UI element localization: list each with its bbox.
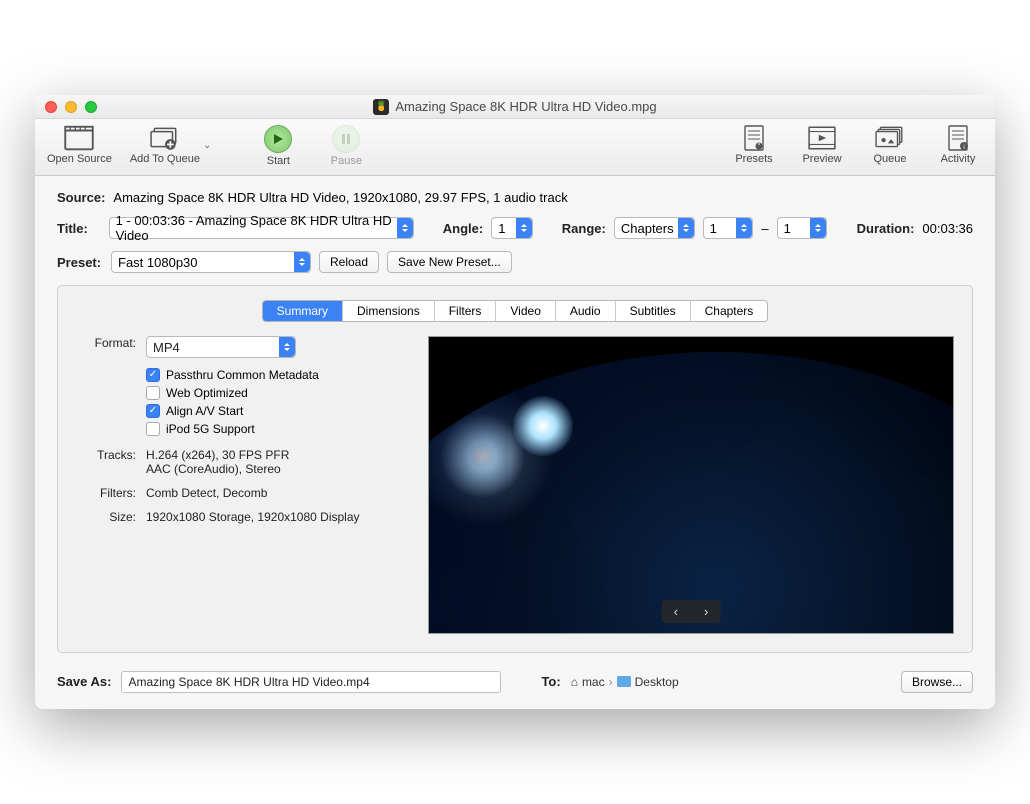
window-title-text: Amazing Space 8K HDR Ultra HD Video.mpg xyxy=(395,99,656,114)
presets-icon xyxy=(738,125,770,151)
range-label: Range: xyxy=(562,221,606,236)
save-preset-button[interactable]: Save New Preset... xyxy=(387,251,512,273)
start-button[interactable]: Start xyxy=(253,125,303,167)
queue-icon xyxy=(874,125,906,151)
range-from-select[interactable]: 1 xyxy=(703,217,754,239)
filters-value: Comb Detect, Decomb xyxy=(146,486,267,500)
checkbox-web-optimized[interactable] xyxy=(146,386,160,400)
preview-button[interactable]: Preview xyxy=(797,125,847,165)
app-window: 🍍 Amazing Space 8K HDR Ultra HD Video.mp… xyxy=(35,95,995,708)
angle-label: Angle: xyxy=(443,221,483,236)
play-icon xyxy=(264,125,292,153)
queue-add-icon xyxy=(149,125,181,151)
destination-path[interactable]: ⌂ mac › Desktop xyxy=(571,675,679,689)
pause-button: Pause xyxy=(321,125,371,167)
range-to-select[interactable]: 1 xyxy=(777,217,828,239)
checkbox-passthru-metadata[interactable] xyxy=(146,368,160,382)
tab-dimensions[interactable]: Dimensions xyxy=(343,301,435,321)
svg-text:i: i xyxy=(963,145,964,151)
add-to-queue-button[interactable]: Add To Queue xyxy=(130,125,200,165)
presets-button[interactable]: Presets xyxy=(729,125,779,165)
tracks-label: Tracks: xyxy=(76,448,136,462)
angle-select[interactable]: 1 xyxy=(491,217,532,239)
preview-nav: ‹ › xyxy=(662,600,721,623)
tab-subtitles[interactable]: Subtitles xyxy=(616,301,691,321)
duration-label: Duration: xyxy=(857,221,915,236)
preview-icon xyxy=(806,125,838,151)
activity-icon: i xyxy=(942,125,974,151)
browse-button[interactable]: Browse... xyxy=(901,671,973,693)
preset-select[interactable]: Fast 1080p30 xyxy=(111,251,311,273)
tab-chapters[interactable]: Chapters xyxy=(691,301,768,321)
content-area: Source: Amazing Space 8K HDR Ultra HD Vi… xyxy=(35,176,995,708)
tab-audio[interactable]: Audio xyxy=(556,301,616,321)
window-title: 🍍 Amazing Space 8K HDR Ultra HD Video.mp… xyxy=(35,99,995,115)
queue-button[interactable]: Queue xyxy=(865,125,915,165)
settings-panel: Summary Dimensions Filters Video Audio S… xyxy=(57,285,973,652)
tab-summary[interactable]: Summary xyxy=(263,301,343,321)
folder-icon xyxy=(617,676,631,687)
film-icon xyxy=(63,125,95,151)
saveas-input[interactable] xyxy=(121,671,501,693)
tab-video[interactable]: Video xyxy=(496,301,555,321)
checkbox-align-av[interactable] xyxy=(146,404,160,418)
source-value: Amazing Space 8K HDR Ultra HD Video, 192… xyxy=(113,190,567,205)
to-label: To: xyxy=(541,674,560,689)
size-label: Size: xyxy=(76,510,136,524)
activity-button[interactable]: i Activity xyxy=(933,125,983,165)
checkbox-ipod[interactable] xyxy=(146,422,160,436)
source-label: Source: xyxy=(57,190,105,205)
title-select[interactable]: 1 - 00:03:36 - Amazing Space 8K HDR Ultr… xyxy=(109,217,414,239)
tab-bar: Summary Dimensions Filters Video Audio S… xyxy=(76,300,954,322)
chevron-down-icon[interactable]: ⌄ xyxy=(201,140,213,151)
filters-label: Filters: xyxy=(76,486,136,500)
preview-image: ‹ › xyxy=(428,336,954,633)
range-type-select[interactable]: Chapters xyxy=(614,217,695,239)
reload-button[interactable]: Reload xyxy=(319,251,379,273)
preset-label: Preset: xyxy=(57,255,103,270)
format-label: Format: xyxy=(76,336,136,350)
pause-icon xyxy=(332,125,360,153)
titlebar: 🍍 Amazing Space 8K HDR Ultra HD Video.mp… xyxy=(35,95,995,119)
title-label: Title: xyxy=(57,221,101,236)
preview-next-button[interactable]: › xyxy=(704,604,708,619)
preview-prev-button[interactable]: ‹ xyxy=(674,604,678,619)
tracks-line1: H.264 (x264), 30 FPS PFR xyxy=(146,448,289,462)
saveas-label: Save As: xyxy=(57,674,111,689)
home-icon: ⌂ xyxy=(571,675,578,689)
format-select[interactable]: MP4 xyxy=(146,336,296,358)
tracks-line2: AAC (CoreAudio), Stereo xyxy=(146,462,289,476)
duration-value: 00:03:36 xyxy=(922,221,973,236)
range-separator: – xyxy=(761,221,768,236)
app-icon: 🍍 xyxy=(373,99,389,115)
size-value: 1920x1080 Storage, 1920x1080 Display xyxy=(146,510,360,524)
tab-filters[interactable]: Filters xyxy=(435,301,497,321)
open-source-button[interactable]: Open Source xyxy=(47,125,112,165)
toolbar: Open Source Add To Queue ⌄ Start xyxy=(35,119,995,176)
